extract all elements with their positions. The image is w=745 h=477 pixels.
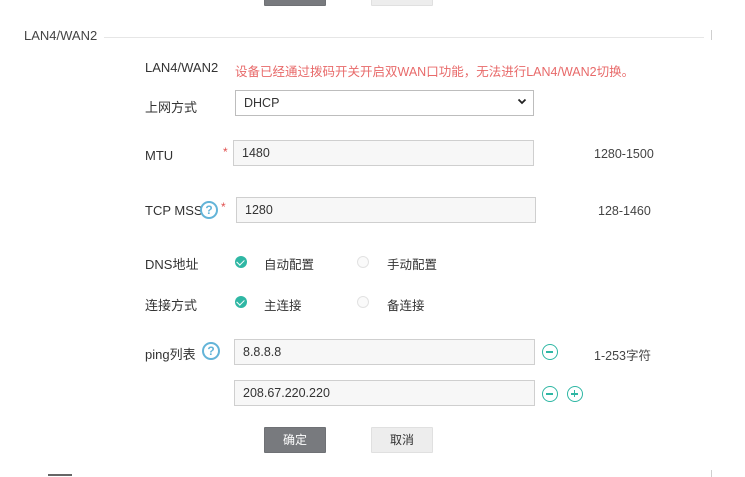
remove-ping-2-icon[interactable]: [542, 386, 558, 402]
remove-ping-1-icon[interactable]: [542, 344, 558, 360]
lan-wan-label: LAN4/WAN2: [145, 60, 219, 75]
dns-auto-label[interactable]: 自动配置: [264, 254, 314, 273]
dns-manual-radio[interactable]: [357, 256, 369, 268]
top-confirm-button[interactable]: [264, 0, 326, 6]
ping-list-hint: 1-253字符: [594, 349, 651, 363]
connection-backup-label[interactable]: 备连接: [387, 295, 425, 314]
lan-wan-warning: 设备已经通过拨码开关开启双WAN口功能，无法进行LAN4/WAN2切换。: [235, 65, 635, 79]
top-cancel-button[interactable]: [371, 0, 433, 6]
dns-label: DNS地址: [145, 257, 199, 272]
ping-list-help-icon[interactable]: ?: [202, 342, 220, 360]
tcp-mss-input[interactable]: 1280: [236, 197, 536, 223]
tcp-mss-help-icon[interactable]: ?: [200, 201, 218, 219]
tcp-mss-label: TCP MSS: [145, 203, 203, 218]
confirm-button[interactable]: 确定: [264, 427, 326, 453]
next-section-divider: [48, 474, 72, 476]
right-edge-mark-bottom: [711, 470, 712, 477]
connection-primary-label[interactable]: 主连接: [264, 295, 302, 314]
mtu-range-hint: 1280-1500: [594, 147, 654, 161]
right-edge-mark: [711, 30, 712, 40]
wan-mode-value: DHCP: [244, 96, 280, 110]
mtu-label: MTU: [145, 148, 174, 163]
chevron-down-icon: [517, 98, 527, 105]
ping-list-label: ping列表: [145, 347, 196, 362]
connection-primary-radio[interactable]: [235, 296, 247, 308]
mtu-required-mark: *: [223, 145, 228, 159]
ping-entry-input-2[interactable]: 208.67.220.220: [234, 380, 535, 406]
section-divider: [104, 37, 704, 38]
tcp-mss-required-mark: *: [221, 200, 226, 214]
connection-label: 连接方式: [145, 298, 198, 313]
tcp-mss-range-hint: 128-1460: [598, 204, 651, 218]
dns-auto-radio[interactable]: [235, 256, 247, 268]
section-title: LAN4/WAN2: [24, 28, 104, 43]
mtu-input[interactable]: 1480: [233, 140, 534, 166]
cancel-button[interactable]: 取消: [371, 427, 433, 453]
ping-entry-input-1[interactable]: 8.8.8.8: [234, 339, 535, 365]
connection-backup-radio[interactable]: [357, 296, 369, 308]
wan-mode-label: 上网方式: [145, 100, 198, 115]
add-ping-icon[interactable]: [567, 386, 583, 402]
wan-mode-select[interactable]: DHCP: [235, 90, 534, 116]
dns-manual-label[interactable]: 手动配置: [387, 254, 437, 273]
